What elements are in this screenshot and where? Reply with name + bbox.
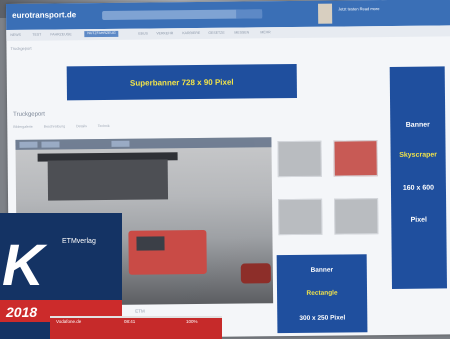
section-title: Truckgeport bbox=[13, 111, 45, 118]
skyscraper-line-3: 160 x 600 bbox=[402, 184, 435, 192]
phone-time: 08:41 bbox=[124, 319, 136, 324]
nav-item-ebus[interactable]: EBUS bbox=[138, 32, 148, 36]
tab-bildergalerie[interactable]: Bildergalerie bbox=[13, 125, 33, 129]
tab-details[interactable]: Details bbox=[76, 124, 87, 128]
photo-scene: eurotransport.de Jetzt testen Read more … bbox=[0, 0, 450, 339]
nav-item-gesetze[interactable]: GESETZE bbox=[208, 31, 224, 35]
magazine-promo-text[interactable]: Jetzt testen Read more bbox=[338, 6, 379, 12]
skyscraper-line-2: Skyscraper bbox=[399, 151, 438, 159]
tab-technik[interactable]: Technik bbox=[98, 124, 110, 128]
skyscraper-line-4: Pixel bbox=[410, 216, 427, 224]
superbanner-ad[interactable]: Superbanner 728 x 90 Pixel bbox=[66, 63, 297, 101]
breadcrumb[interactable]: Truckgeport bbox=[10, 46, 31, 51]
book-title: K bbox=[2, 233, 44, 298]
nav-item-verkehr[interactable]: VERKEHR bbox=[156, 31, 173, 35]
grandstand bbox=[47, 159, 169, 201]
gallery-next-button[interactable] bbox=[41, 141, 60, 148]
thumbnail-4[interactable] bbox=[334, 198, 379, 235]
rectangle-line-2: Rectangle bbox=[306, 289, 338, 297]
related-thumbnails bbox=[277, 140, 388, 251]
superbanner-label: Superbanner 728 x 90 Pixel bbox=[129, 77, 234, 88]
thumbnail-1[interactable] bbox=[277, 140, 322, 178]
magazine-cover-image[interactable] bbox=[318, 3, 333, 24]
nav-item-mehr[interactable]: MEHR bbox=[260, 30, 270, 34]
search-button[interactable] bbox=[236, 9, 263, 19]
skyscraper-ad[interactable]: Banner Skyscraper 160 x 600 Pixel bbox=[389, 66, 448, 289]
gallery-prev-button[interactable] bbox=[19, 141, 38, 148]
thumbnail-2[interactable] bbox=[333, 140, 378, 177]
nav-item-nutzfahrzeug[interactable]: NUTZFAHRZEUG bbox=[84, 30, 119, 38]
race-car bbox=[240, 263, 271, 284]
thumbnail-3[interactable] bbox=[278, 198, 323, 236]
skyscraper-line-1: Banner bbox=[405, 121, 430, 129]
phone-battery: 100% bbox=[186, 319, 198, 324]
tab-beschreibung[interactable]: Beschreibung bbox=[44, 124, 65, 128]
phone-carrier: Vodafone.de bbox=[56, 319, 82, 324]
nav-item-karriere[interactable]: KARRIERE bbox=[182, 31, 200, 35]
etm-logo: ETMverlag bbox=[62, 238, 96, 245]
nav-item-messen[interactable]: MESSEN bbox=[234, 30, 249, 34]
truck-window bbox=[136, 236, 165, 251]
rectangle-line-1: Banner bbox=[310, 266, 334, 274]
footer-text: ETM bbox=[135, 308, 145, 314]
nav-item-fahrzeuge[interactable]: FAHRZEUGE bbox=[50, 32, 71, 36]
nav-item-test[interactable]: TEST bbox=[32, 33, 41, 37]
rectangle-line-3: 300 x 250 Pixel bbox=[299, 314, 346, 322]
rectangle-ad[interactable]: Banner Rectangle 300 x 250 Pixel bbox=[276, 254, 368, 334]
gallery-tabs: Bildergalerie Beschreibung Details Techn… bbox=[13, 124, 119, 129]
nav-item-news[interactable]: NEWS bbox=[10, 33, 21, 37]
site-logo[interactable]: eurotransport.de bbox=[12, 10, 76, 20]
gallery-fullscreen-button[interactable] bbox=[111, 140, 130, 147]
book-year: 2018 bbox=[6, 304, 38, 320]
